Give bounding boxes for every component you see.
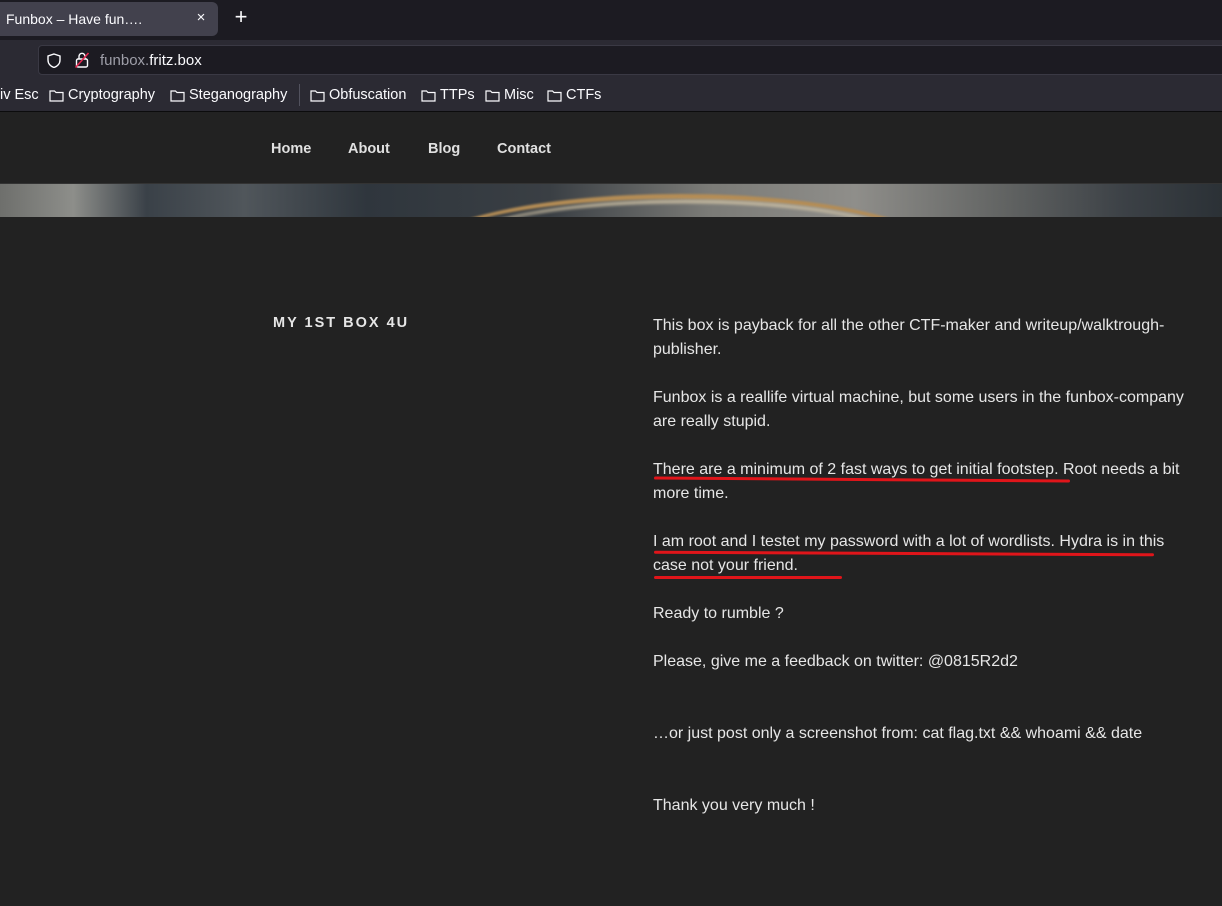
bookmark-label: CTFs — [566, 87, 602, 103]
folder-icon — [49, 89, 64, 102]
bookmark-label: Obfuscation — [329, 87, 407, 103]
bookmark-label: Steganography — [189, 87, 288, 103]
folder-icon — [421, 89, 436, 102]
bookmark-label: Cryptography — [68, 87, 156, 103]
page-title: MY 1ST BOX 4U — [273, 315, 410, 331]
paragraph: Thank you very much ! — [653, 797, 815, 814]
url-subdomain: funbox. — [100, 52, 150, 69]
bookmark-label: iv Esc — [0, 87, 39, 103]
bookmark-folder[interactable]: CTFs — [547, 87, 601, 103]
folder-icon — [547, 89, 562, 102]
navigation-bar: funbox.fritz.box — [0, 40, 1222, 80]
url-text[interactable]: funbox.fritz.box — [100, 52, 202, 69]
bookmark-folder[interactable]: Obfuscation — [310, 87, 406, 103]
active-tab[interactable]: Funbox – Have fun…. × — [0, 2, 218, 36]
bookmark-separator — [299, 84, 300, 106]
bookmarks-toolbar: iv Esc Cryptography Steganography Obfusc… — [0, 80, 1222, 112]
paragraph: Funbox is a reallife virtual machine, bu… — [653, 389, 1184, 430]
header-image — [0, 184, 1222, 217]
insecure-lock-icon[interactable] — [75, 52, 89, 68]
folder-icon — [170, 89, 185, 102]
new-tab-button[interactable]: + — [230, 6, 252, 29]
url-bar[interactable]: funbox.fritz.box — [38, 45, 1222, 75]
bookmark-item[interactable]: iv Esc — [0, 87, 39, 103]
annotation-underline — [654, 576, 842, 579]
bookmark-folder[interactable]: Steganography — [170, 87, 287, 103]
bookmark-label: Misc — [504, 87, 534, 103]
close-tab-icon[interactable]: × — [192, 9, 210, 27]
paragraph: …or just post only a screenshot from: ca… — [653, 725, 1143, 742]
url-domain: fritz.box — [149, 52, 202, 69]
site-navigation: Home About Blog Contact — [0, 113, 1222, 184]
bookmark-label: TTPs — [440, 87, 475, 103]
nav-blog[interactable]: Blog — [428, 141, 460, 157]
tab-title: Funbox – Have fun…. — [6, 11, 143, 27]
folder-icon — [485, 89, 500, 102]
tab-bar: Funbox – Have fun…. × + — [0, 0, 1222, 40]
paragraph: There are a minimum of 2 fast ways to ge… — [653, 461, 1180, 502]
paragraph: Ready to rumble ? — [653, 605, 784, 622]
paragraph: Please, give me a feedback on twitter: @… — [653, 653, 1018, 670]
folder-icon — [310, 89, 325, 102]
bookmark-folder[interactable]: Cryptography — [49, 87, 155, 103]
shield-icon[interactable] — [47, 53, 61, 68]
nav-about[interactable]: About — [348, 141, 390, 157]
bookmark-folder[interactable]: Misc — [485, 87, 534, 103]
nav-home[interactable]: Home — [271, 141, 311, 157]
paragraph: This box is payback for all the other CT… — [653, 317, 1165, 358]
nav-contact[interactable]: Contact — [497, 141, 551, 157]
bookmark-folder[interactable]: TTPs — [421, 87, 475, 103]
